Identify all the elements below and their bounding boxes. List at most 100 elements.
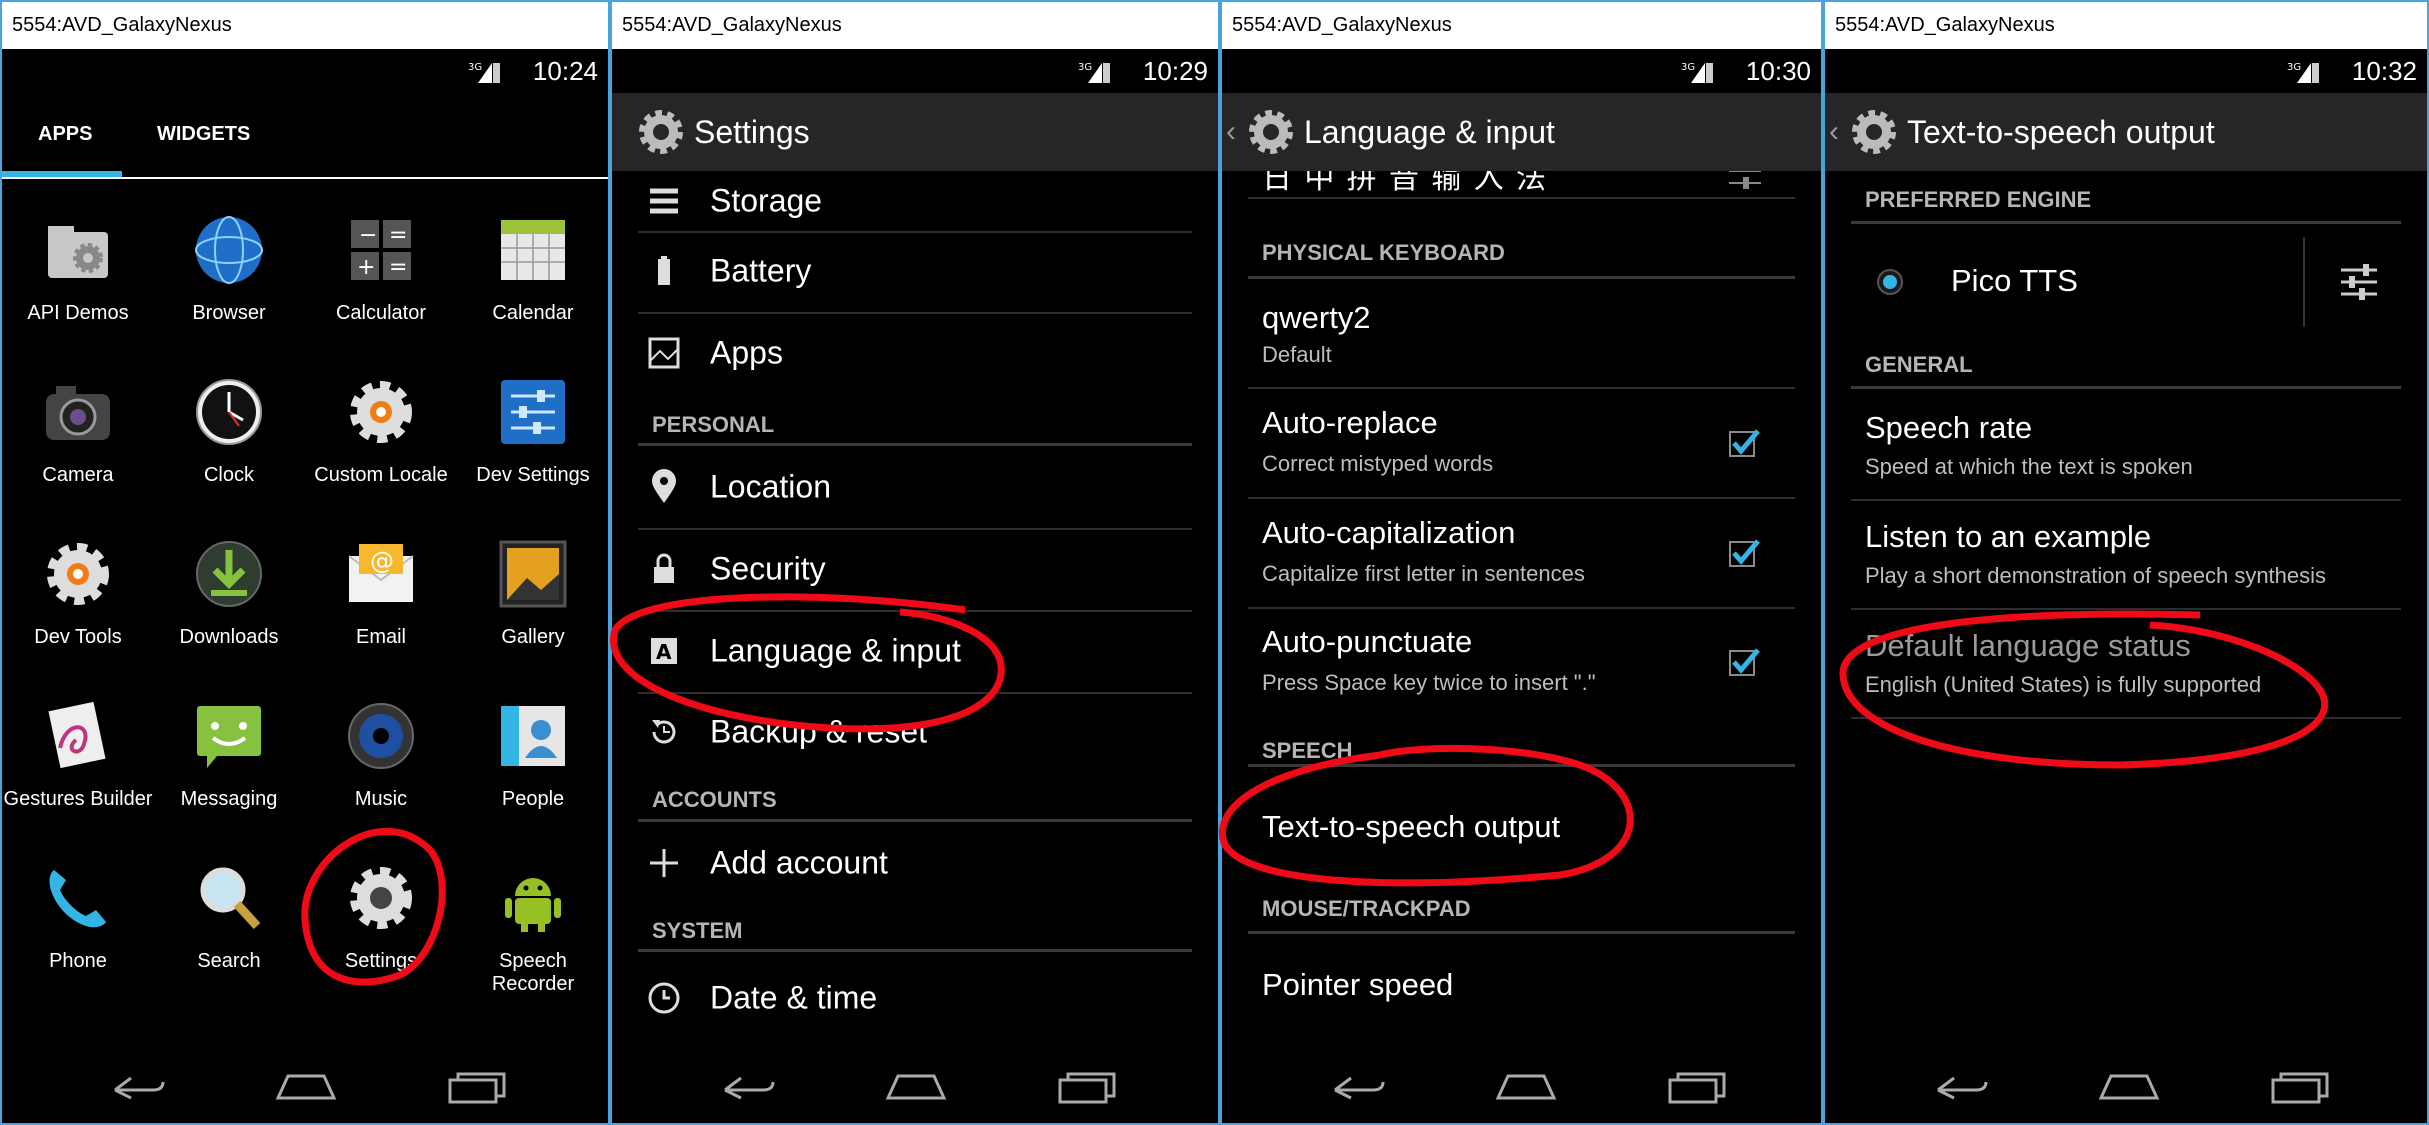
section-accounts: ACCOUNTS bbox=[638, 774, 1192, 822]
globe-icon bbox=[195, 216, 263, 284]
item-subtitle: Speed at which the text is spoken bbox=[1865, 454, 2193, 479]
keyboard-item-qwerty2[interactable]: qwerty2 Default bbox=[1248, 280, 1795, 389]
app-label: Clock bbox=[203, 464, 254, 486]
signal-icon: 3G bbox=[1078, 62, 1110, 83]
screen-title: Settings bbox=[694, 114, 810, 150]
checkmark-icon bbox=[1732, 429, 1760, 455]
option-auto-punctuate[interactable]: Auto-punctuate Press Space key twice to i… bbox=[1248, 608, 1795, 720]
item-label: Battery bbox=[710, 252, 812, 289]
app-label: Camera bbox=[42, 464, 114, 486]
settings-sliders-icon[interactable] bbox=[1725, 171, 1765, 197]
nav-bar bbox=[2, 1048, 608, 1123]
home-icon[interactable] bbox=[884, 1066, 948, 1106]
checkbox[interactable] bbox=[1729, 648, 1760, 676]
item-label: Backup & reset bbox=[710, 713, 927, 750]
app-label: Dev Tools bbox=[34, 626, 122, 648]
section-speech: SPEECH bbox=[1248, 722, 1795, 767]
engine-settings-sliders-icon[interactable] bbox=[2337, 260, 2381, 304]
settings-item-security[interactable]: Security bbox=[638, 528, 1192, 612]
speaker-icon bbox=[348, 703, 414, 769]
text-to-speech-screen: 5554:AVD_GalaxyNexus 3G 10:32 ‹ Text-to-… bbox=[1823, 0, 2429, 1125]
checkmark-icon bbox=[1732, 648, 1760, 674]
nav-bar bbox=[1222, 1048, 1821, 1123]
settings-item-location[interactable]: Location bbox=[638, 446, 1192, 530]
item-label: Location bbox=[710, 468, 831, 505]
recent-apps-icon[interactable] bbox=[446, 1066, 510, 1106]
section-personal: PERSONAL bbox=[638, 400, 1192, 446]
signal-icon: 3G bbox=[2287, 62, 2319, 83]
settings-item-storage[interactable]: Storage bbox=[638, 171, 1192, 233]
option-title: Auto-replace bbox=[1262, 405, 1438, 440]
item-title: Speech rate bbox=[1865, 410, 2033, 445]
settings-gear-icon[interactable] bbox=[1246, 107, 1296, 157]
nav-bar bbox=[1825, 1048, 2427, 1123]
settings-item-date-time[interactable]: Date & time bbox=[638, 952, 1192, 1044]
svg-text:3G: 3G bbox=[1681, 62, 1695, 73]
tab-apps[interactable]: APPS bbox=[38, 123, 92, 146]
app-label: Dev Settings bbox=[476, 464, 590, 486]
partial-label: 日 中 拼 音 输 入 法 bbox=[1262, 171, 1549, 195]
svg-text:@: @ bbox=[370, 547, 394, 575]
pointer-speed-item[interactable]: Pointer speed bbox=[1248, 937, 1795, 1047]
checkbox[interactable] bbox=[1729, 429, 1760, 457]
svg-text:+: + bbox=[357, 255, 375, 280]
people-icon bbox=[501, 706, 565, 766]
back-icon[interactable] bbox=[105, 1066, 169, 1106]
app-label: Calendar bbox=[492, 302, 574, 324]
tts-item-default-language-status[interactable]: Default language status English (United S… bbox=[1851, 610, 2401, 719]
backup-icon bbox=[652, 720, 676, 744]
back-icon[interactable] bbox=[1325, 1066, 1389, 1106]
option-auto-capitalization[interactable]: Auto-capitalization Capitalize first lett… bbox=[1248, 499, 1795, 609]
back-icon[interactable] bbox=[715, 1066, 779, 1106]
phone-icon bbox=[49, 870, 106, 928]
svg-text:3G: 3G bbox=[2287, 62, 2301, 73]
window-title: 5554:AVD_GalaxyNexus bbox=[1825, 2, 2427, 49]
recent-apps-icon[interactable] bbox=[1056, 1066, 1120, 1106]
radio-selected-icon[interactable] bbox=[1875, 267, 1905, 297]
settings-item-battery[interactable]: Battery bbox=[638, 230, 1192, 314]
settings-item-language-input[interactable]: A Language & input bbox=[638, 610, 1192, 694]
svg-text:=: = bbox=[389, 255, 407, 280]
tab-widgets[interactable]: WIDGETS bbox=[157, 123, 250, 146]
plus-icon bbox=[650, 849, 678, 877]
section-system: SYSTEM bbox=[638, 905, 1192, 952]
svg-text:3G: 3G bbox=[1078, 62, 1092, 73]
back-icon[interactable] bbox=[1928, 1066, 1992, 1106]
clock-time: 10:30 bbox=[1745, 56, 1811, 86]
settings-item-backup-reset[interactable]: Backup & reset bbox=[638, 692, 1192, 772]
section-general: GENERAL bbox=[1851, 339, 2401, 389]
recent-apps-icon[interactable] bbox=[1666, 1066, 1730, 1106]
home-icon[interactable] bbox=[274, 1066, 338, 1106]
tts-item-listen-to-an-example[interactable]: Listen to an example Play a short demonst… bbox=[1851, 501, 2401, 610]
settings-item-apps[interactable]: Apps bbox=[638, 312, 1192, 394]
app-label: Settings bbox=[344, 950, 418, 972]
home-icon[interactable] bbox=[2097, 1066, 2161, 1106]
up-caret-icon[interactable]: ‹ bbox=[1226, 93, 1236, 171]
app-label: Browser bbox=[192, 302, 266, 324]
item-subtitle: Play a short demonstration of speech syn… bbox=[1865, 563, 2327, 588]
clock-icon bbox=[648, 982, 680, 1014]
app-label: Calculator bbox=[335, 302, 427, 324]
settings-gear-icon[interactable] bbox=[636, 107, 686, 157]
tts-item-speech-rate[interactable]: Speech rate Speed at which the text is sp… bbox=[1851, 392, 2401, 501]
status-bar: 3G 10:24 bbox=[2, 49, 608, 93]
gallery-icon bbox=[499, 540, 567, 608]
section-physical-keyboard: PHYSICAL KEYBOARD bbox=[1248, 234, 1795, 279]
gear-orange-icon bbox=[47, 543, 109, 605]
text-to-speech-output-item[interactable]: Text-to-speech output bbox=[1248, 769, 1795, 884]
checkbox[interactable] bbox=[1729, 539, 1760, 567]
item-label: Language & input bbox=[710, 632, 961, 669]
action-bar: ‹ Language & input bbox=[1222, 93, 1821, 171]
settings-gear-icon[interactable] bbox=[1849, 107, 1899, 157]
app-label: Gallery bbox=[501, 626, 565, 648]
up-caret-icon[interactable]: ‹ bbox=[1829, 93, 1839, 171]
recent-apps-icon[interactable] bbox=[2269, 1066, 2333, 1106]
clock-time: 10:32 bbox=[2351, 56, 2417, 86]
option-auto-replace[interactable]: Auto-replace Correct mistyped words bbox=[1248, 389, 1795, 499]
settings-item-add-account[interactable]: Add account bbox=[638, 822, 1192, 904]
partial-input-method-row[interactable]: 日 中 拼 音 输 入 法 bbox=[1248, 171, 1795, 199]
home-icon[interactable] bbox=[1494, 1066, 1558, 1106]
app-label: Phone bbox=[49, 950, 107, 972]
drawer-tabs: APPS WIDGETS bbox=[2, 93, 608, 179]
engine-item-pico-tts[interactable]: Pico TTS bbox=[1851, 227, 2401, 337]
